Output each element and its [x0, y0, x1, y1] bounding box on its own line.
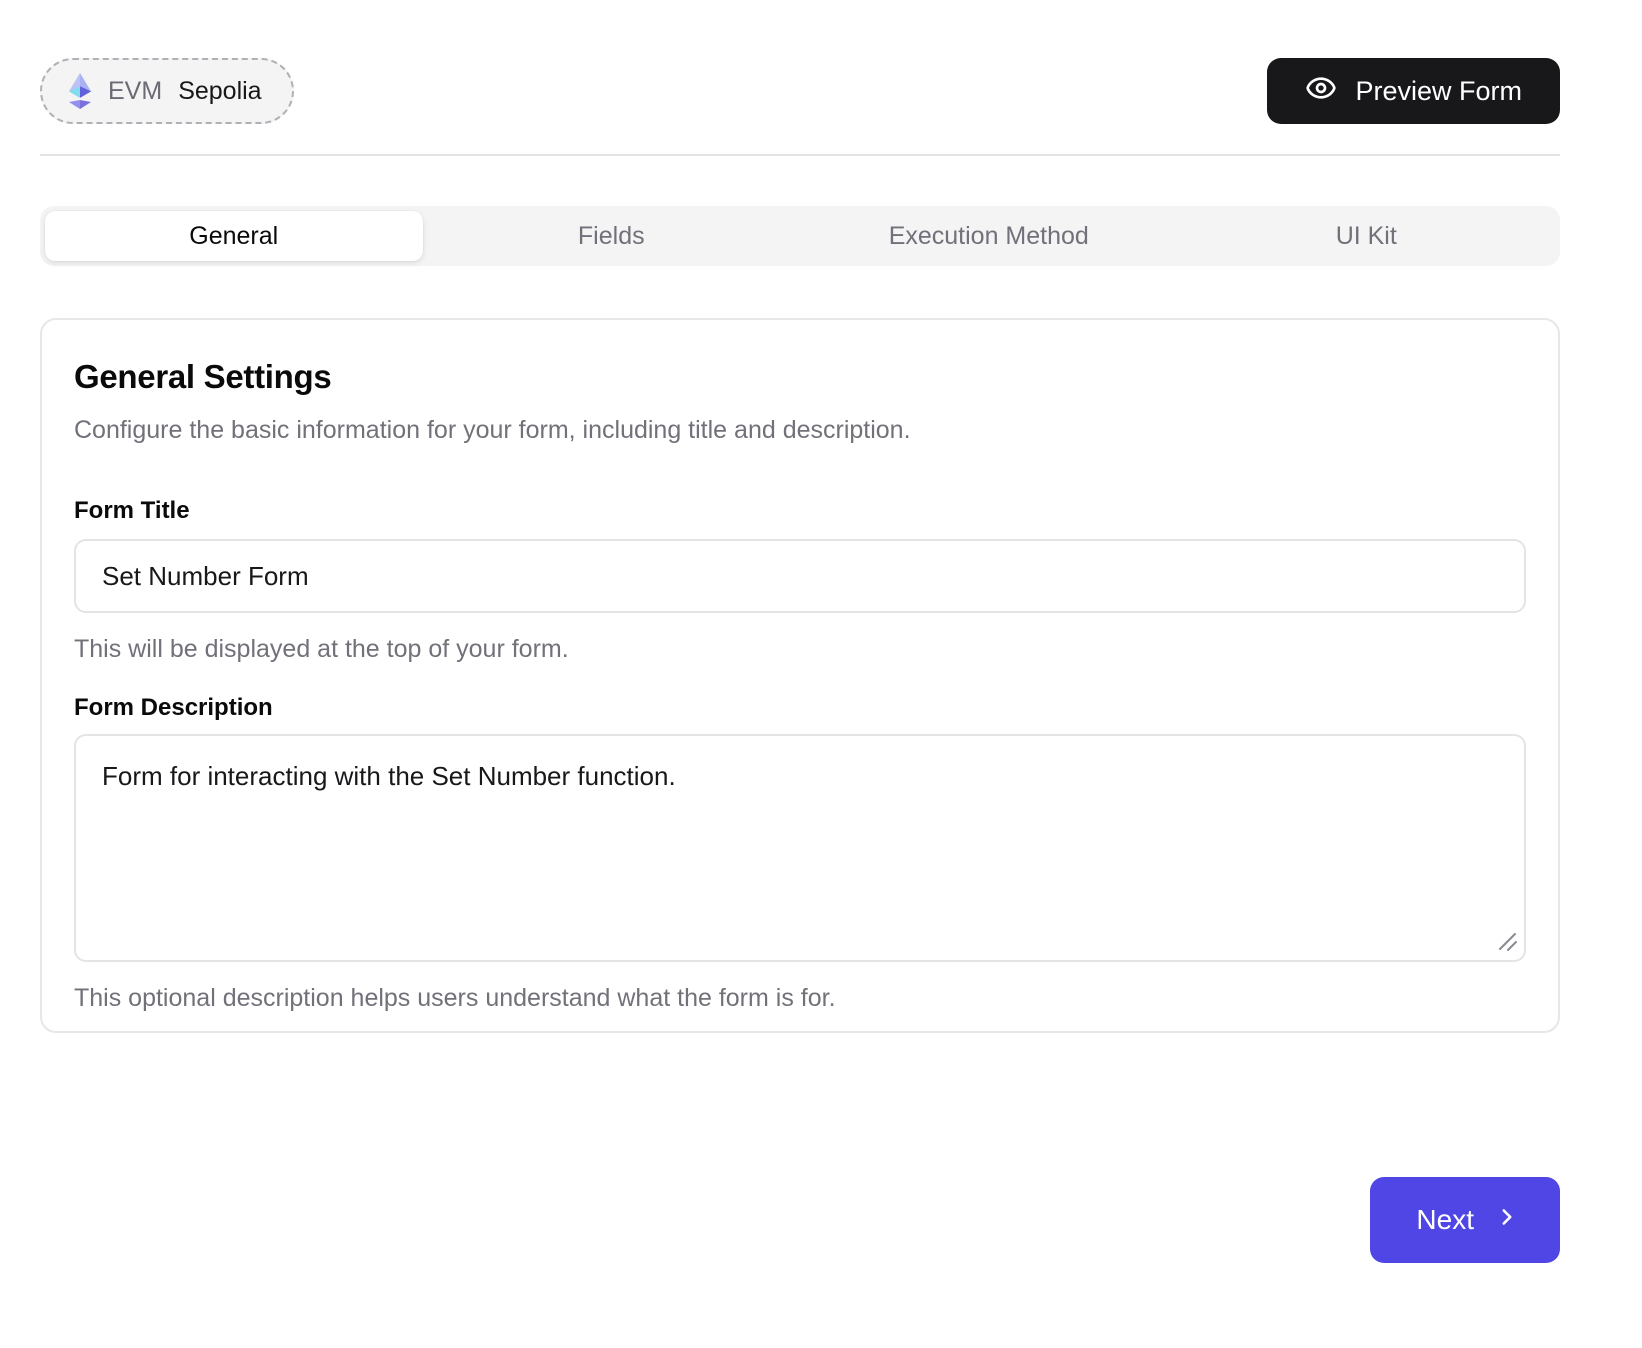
footer: Next — [40, 1177, 1560, 1263]
header-divider — [40, 154, 1560, 156]
form-title-label: Form Title — [74, 497, 1526, 525]
resize-handle-icon[interactable] — [1496, 930, 1518, 952]
tab-fields[interactable]: Fields — [423, 211, 801, 261]
network-badge-protocol: EVM — [108, 77, 162, 106]
tab-ui-kit[interactable]: UI Kit — [1178, 211, 1556, 261]
tab-execution-method[interactable]: Execution Method — [800, 211, 1178, 261]
page-container: EVM Sepolia Preview Form General Fields … — [40, 0, 1560, 1263]
tab-general[interactable]: General — [45, 211, 423, 261]
next-button-label: Next — [1416, 1204, 1474, 1236]
form-title-helper: This will be displayed at the top of you… — [74, 635, 1526, 664]
form-description-label: Form Description — [74, 694, 1526, 722]
card-title: General Settings — [74, 358, 1526, 396]
form-description-helper: This optional description helps users un… — [74, 984, 1526, 1013]
preview-form-button[interactable]: Preview Form — [1267, 58, 1560, 124]
network-badge[interactable]: EVM Sepolia — [40, 58, 294, 124]
tab-bar: General Fields Execution Method UI Kit — [40, 206, 1560, 266]
form-description-textarea[interactable]: Form for interacting with the Set Number… — [74, 734, 1526, 962]
preview-form-label: Preview Form — [1355, 76, 1522, 107]
general-settings-card: General Settings Configure the basic inf… — [40, 318, 1560, 1033]
header: EVM Sepolia Preview Form — [40, 0, 1560, 124]
card-subtitle: Configure the basic information for your… — [74, 416, 1526, 445]
chevron-right-icon — [1494, 1204, 1520, 1237]
form-title-input[interactable] — [74, 539, 1526, 613]
next-button[interactable]: Next — [1370, 1177, 1560, 1263]
network-badge-network: Sepolia — [178, 77, 261, 106]
eye-icon — [1305, 72, 1337, 111]
form-description-field: Form for interacting with the Set Number… — [74, 734, 1526, 962]
ethereum-icon — [68, 73, 92, 109]
